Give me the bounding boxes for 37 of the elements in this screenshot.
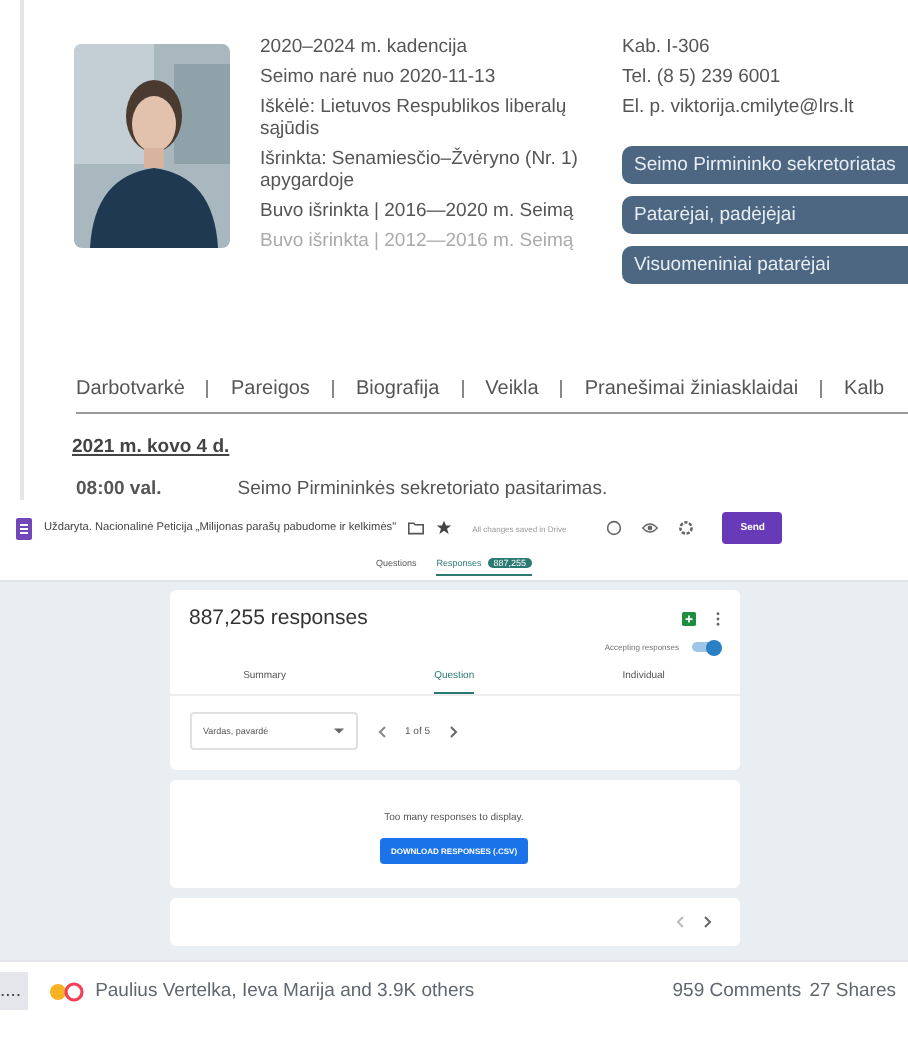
next-icon[interactable] [450, 725, 459, 737]
agenda-time: 08:00 val. [76, 478, 162, 500]
profile-detail: Seimo narė nuo 2020-11-13 [260, 66, 498, 88]
form-icon [16, 517, 32, 539]
nav-link[interactable]: Veikla [485, 378, 539, 400]
responses-count: 887,255 responses [189, 606, 370, 630]
section-button[interactable]: Patarėjai, padėjėjai [622, 196, 908, 234]
profile-detail: Išrinkta: Senamiesčio–Žvėryno (Nr. 1) apygardoje [260, 148, 580, 192]
nav-link[interactable]: Kalb [844, 378, 885, 400]
folder-icon[interactable] [408, 520, 425, 536]
reactions-text[interactable]: Paulius Vertelka, Ieva Marija and 3.9K others [95, 980, 665, 1002]
nav-link[interactable]: Darbotvarkė [76, 378, 185, 400]
toggle-switch[interactable] [691, 642, 719, 652]
comments-count[interactable]: 959 Comments [672, 980, 802, 1002]
spreadsheet-icon[interactable] [681, 611, 695, 625]
reaction-icons [47, 981, 88, 1001]
shares-count[interactable]: 27 Shares [809, 980, 896, 1002]
nav-link[interactable]: Biografija [355, 378, 440, 400]
previous-icon[interactable] [377, 725, 385, 737]
profile-detail: 2020–2024 m. kadencija [260, 36, 470, 58]
nav-link[interactable]: Pranešimai žiniasklaidai [584, 378, 799, 400]
contact-info: Tel. (8 5) 239 6001 [622, 66, 781, 88]
more-link[interactable]: .... [0, 972, 28, 1010]
contact-info: Kab. I-306 [622, 36, 710, 58]
star-icon[interactable] [436, 520, 453, 536]
caret-icon [333, 728, 343, 734]
eye-icon[interactable] [642, 520, 659, 536]
agenda-date: 2021 m. kovo 4 d. [72, 436, 232, 458]
profile-detail: Iškėlė: Lietuvos Respublikos liberalų sąjūdis [260, 96, 569, 140]
contact-info: El. p. viktorija.cmilyte@lrs.lt [622, 96, 854, 118]
section-button[interactable]: Seimo Pirmininko sekretoriatas [622, 146, 908, 184]
profile-detail: Buvo išrinkta | 2016—2020 m. Seimą [260, 200, 576, 222]
profile-detail: Buvo išrinkta | 2012—2016 m. Seimą [260, 230, 576, 252]
agenda-event: Seimo Pirmininkės sekretoriato pasitarimas. [237, 478, 608, 500]
nav-link[interactable]: Pareigos [230, 378, 310, 400]
section-button[interactable]: Visuomeniniai patarėjai [622, 246, 908, 284]
next-icon[interactable] [703, 916, 711, 928]
